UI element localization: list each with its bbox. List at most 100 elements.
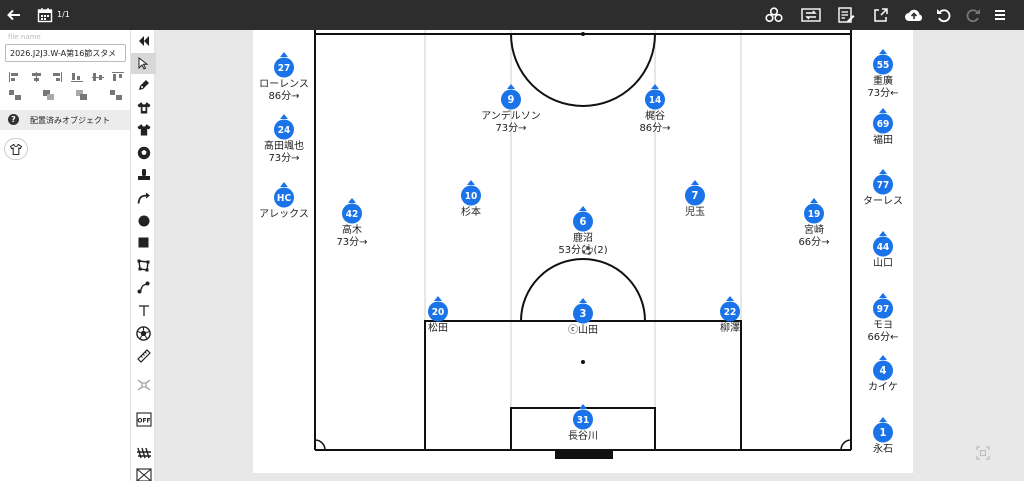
player-number: HC: [277, 193, 292, 204]
player-number: 44: [877, 242, 890, 253]
collapse-panel-icon[interactable]: [131, 30, 156, 51]
player-number-badge: 10: [461, 180, 481, 206]
circle-shape-icon[interactable]: [131, 210, 156, 231]
player-number: 4: [880, 364, 887, 377]
player-number-badge: 69: [873, 108, 893, 134]
select-pointer-icon[interactable]: [131, 53, 156, 74]
player-number-badge: 97: [873, 293, 893, 319]
player-marker[interactable]: 27 ローレンス 86分→: [244, 52, 324, 103]
align-center-h-icon[interactable]: [30, 72, 42, 82]
player-marker[interactable]: 3 ⓒ山田: [543, 298, 623, 337]
curve-arrow-icon[interactable]: [131, 187, 156, 208]
player-marker[interactable]: 6 鹿沼 53分⚽(2): [543, 206, 623, 257]
back-arrow-icon[interactable]: [4, 5, 24, 25]
swap-icon[interactable]: [801, 5, 821, 25]
free-shape-icon[interactable]: [131, 255, 156, 276]
cone-marker-icon[interactable]: [131, 164, 156, 185]
player-marker[interactable]: 9 アンデルソン 73分→: [471, 84, 551, 135]
player-marker[interactable]: 69 福田: [843, 108, 923, 147]
bring-front-icon[interactable]: [43, 90, 55, 100]
player-marker[interactable]: 19 宮崎 66分→: [774, 198, 854, 249]
player-marker[interactable]: 14 梶谷 86分→: [615, 84, 695, 135]
shirt-outline-tool-icon[interactable]: [131, 97, 156, 118]
distribute-v-icon[interactable]: [110, 90, 122, 100]
menu-icon[interactable]: [990, 5, 1010, 25]
player-marker[interactable]: 20 松田: [398, 296, 478, 335]
player-name: 高木: [342, 225, 362, 236]
ruler-icon[interactable]: [131, 345, 156, 366]
align-bottom-icon[interactable]: [112, 72, 124, 82]
redo-icon[interactable]: [963, 5, 983, 25]
ball-tool-icon[interactable]: [131, 142, 156, 163]
player-marker[interactable]: 55 重廣 73分←: [843, 49, 923, 100]
player-marker[interactable]: 7 児玉: [655, 180, 735, 219]
player-number: 19: [808, 209, 821, 220]
player-name: 松田: [428, 323, 448, 334]
align-left-icon[interactable]: [9, 72, 21, 82]
distribute-h-icon[interactable]: [9, 90, 21, 100]
player-marker[interactable]: 97 モヨ 66分←: [843, 293, 923, 344]
page-count: 1/1: [57, 10, 70, 19]
player-substitution-note: 86分→: [639, 123, 671, 134]
export-icon[interactable]: [871, 5, 891, 25]
player-number: 6: [580, 215, 587, 228]
player-marker[interactable]: 1 永石: [843, 417, 923, 456]
player-name: 宮崎: [804, 225, 824, 236]
player-number: 1: [880, 426, 887, 439]
player-name: ローレンス: [259, 79, 309, 90]
shirt-object-button[interactable]: [4, 138, 28, 160]
player-marker[interactable]: 77 ターレス: [843, 169, 923, 208]
share-nodes-icon[interactable]: [764, 5, 784, 25]
tactics-canvas[interactable]: 27 ローレンス 86分→ 24 髙田颯也 73分→ HC アレックス 9 アンデルソン 73分→ 1…: [253, 30, 913, 473]
shirt-solid-tool-icon[interactable]: [131, 119, 156, 140]
player-substitution-note: 73分←: [867, 88, 899, 99]
align-top-icon[interactable]: [71, 72, 83, 82]
player-number-badge: 1: [873, 417, 893, 443]
text-tool-icon[interactable]: [131, 300, 156, 321]
shirt-icon: [10, 143, 22, 155]
player-number-badge: 27: [274, 52, 294, 78]
player-marker[interactable]: 4 カイケ: [843, 355, 923, 394]
send-back-icon[interactable]: [76, 90, 88, 100]
player-marker[interactable]: 44 山口: [843, 231, 923, 270]
ladder-icon[interactable]: [131, 442, 156, 463]
cloud-upload-icon[interactable]: [904, 5, 924, 25]
player-marker[interactable]: 42 高木 73分→: [312, 198, 392, 249]
calendar-icon[interactable]: [35, 5, 55, 25]
player-number-badge: 31: [573, 404, 593, 430]
left-panel: file name ? 配置済みオブジェクト: [0, 30, 130, 481]
undo-icon[interactable]: [934, 5, 954, 25]
player-name: 重廣: [873, 76, 893, 87]
formation-grid-icon[interactable]: [131, 374, 156, 395]
align-middle-icon[interactable]: [92, 72, 104, 82]
help-icon[interactable]: ?: [8, 114, 19, 125]
player-number: 77: [877, 180, 890, 191]
square-shape-icon[interactable]: [131, 232, 156, 253]
player-number-badge: 24: [274, 114, 294, 140]
player-number-badge: 22: [720, 296, 740, 322]
player-name: 長谷川: [568, 431, 598, 442]
player-marker[interactable]: 31 長谷川: [543, 404, 623, 443]
player-number: 42: [346, 209, 359, 220]
grid-pattern-icon[interactable]: [131, 464, 156, 481]
player-marker[interactable]: 10 杉本: [431, 180, 511, 219]
pen-icon[interactable]: [131, 75, 156, 96]
player-substitution-note: 53分⚽(2): [558, 245, 608, 256]
player-name: 杉本: [461, 207, 481, 218]
align-right-icon[interactable]: [50, 72, 62, 82]
player-number-badge: 9: [501, 84, 521, 110]
top-toolbar: 1/1: [0, 0, 1024, 30]
player-substitution-note: 73分→: [336, 237, 368, 248]
player-substitution-note: 86分→: [268, 91, 300, 102]
edit-list-icon[interactable]: [836, 5, 856, 25]
player-number: 97: [877, 304, 890, 315]
path-tool-icon[interactable]: [131, 277, 156, 298]
file-name-input[interactable]: [5, 44, 126, 62]
placed-objects-header[interactable]: ? 配置済みオブジェクト: [0, 110, 130, 130]
placed-objects-label: 配置済みオブジェクト: [30, 116, 110, 125]
player-marker[interactable]: 22 柳澤: [690, 296, 770, 335]
player-marker[interactable]: 24 髙田颯也 73分→: [244, 114, 324, 165]
fit-screen-icon[interactable]: [976, 446, 990, 460]
off-toggle-icon[interactable]: OFF: [131, 408, 156, 429]
ball-outline-tool-icon[interactable]: [131, 323, 156, 344]
